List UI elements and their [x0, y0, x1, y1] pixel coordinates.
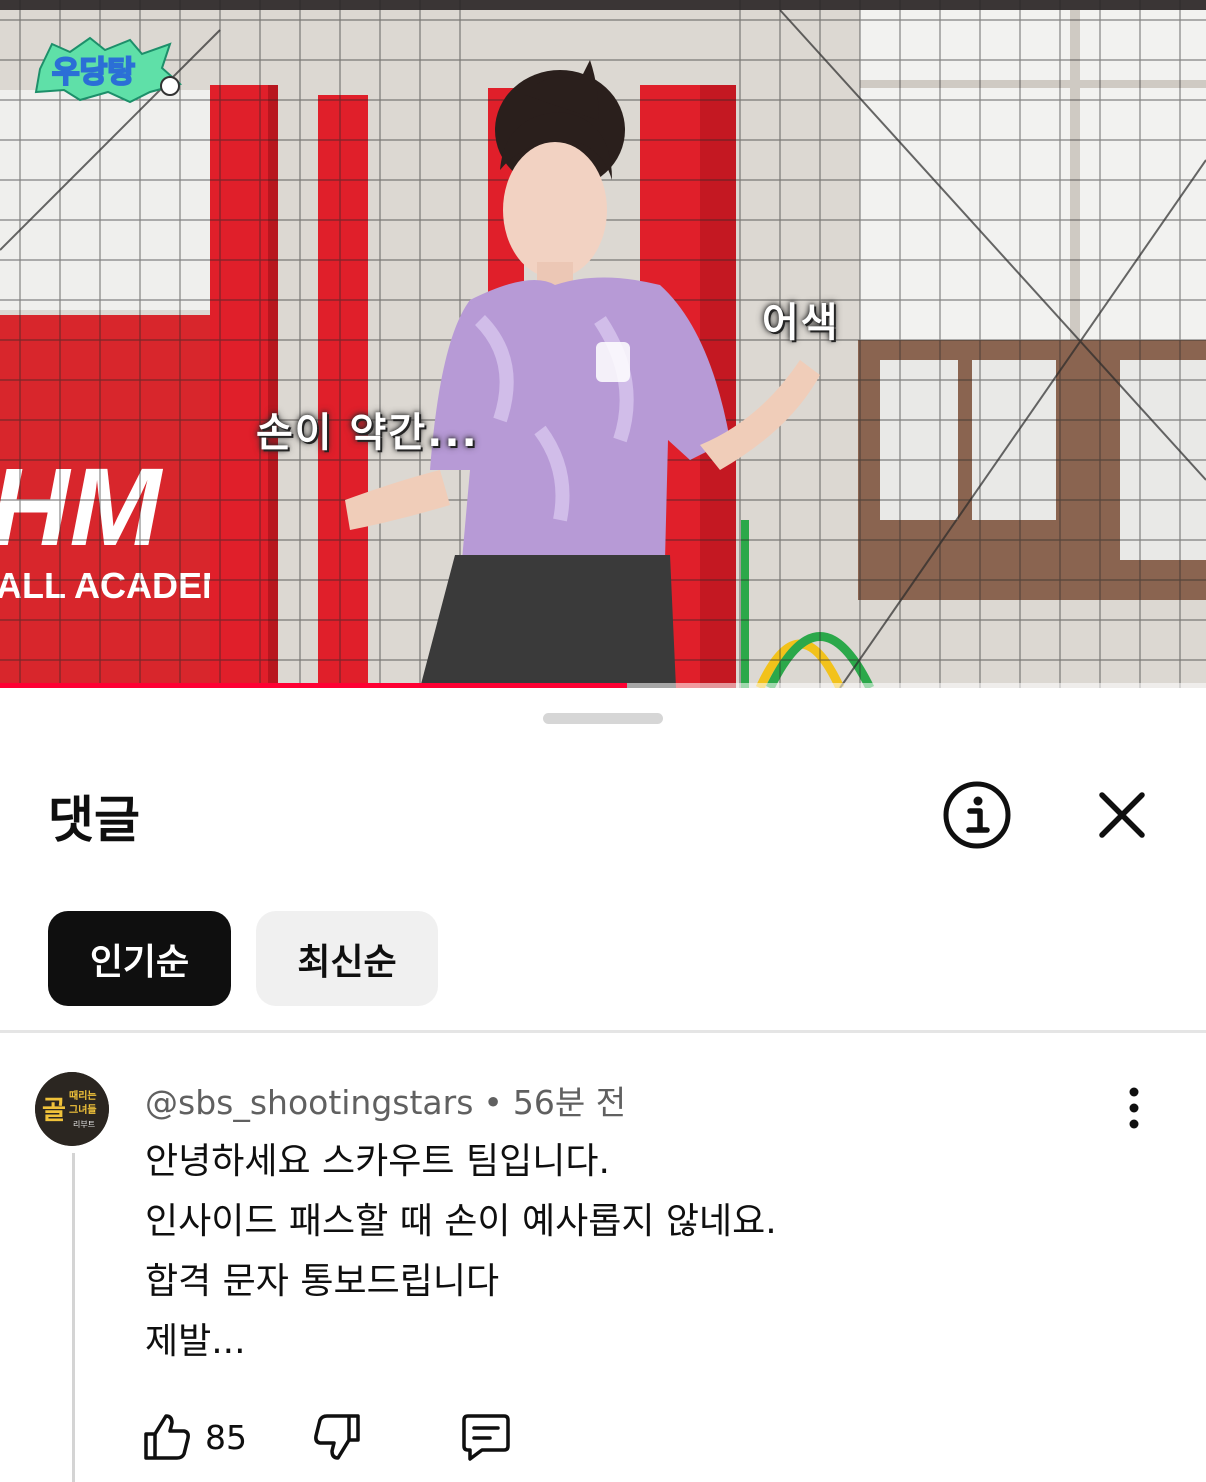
reply-icon[interactable] [460, 1412, 512, 1462]
svg-text:ALL ACADEM: ALL ACADEM [0, 565, 232, 606]
svg-text:골: 골 [42, 1096, 66, 1126]
sheet-drag-handle[interactable] [543, 713, 663, 724]
video-caption-hands: 손이 약간... [256, 410, 479, 456]
avatar[interactable]: 골 때리는 그녀들 리부트 [35, 1072, 109, 1146]
thumbs-up-icon[interactable] [142, 1412, 192, 1462]
info-icon[interactable] [942, 780, 1012, 850]
header-divider [0, 1030, 1206, 1033]
comment-line: 인사이드 패스할 때 손이 예사롭지 않네요. [145, 1201, 777, 1242]
comment-meta: @sbs_shootingstars • 56분 전 [145, 1076, 626, 1124]
like-count: 85 [205, 1418, 247, 1457]
close-icon[interactable] [1092, 785, 1152, 845]
meta-separator: • [483, 1083, 503, 1122]
comment-line: 제발... [145, 1321, 246, 1362]
comments-panel: 댓글 인기순 최신순 골 때리는 그녀들 리부트 @sbs_shootingst… [0, 688, 1206, 1482]
comment-time: 56분 전 [512, 1083, 627, 1122]
video-player[interactable]: HM ALL ACADEM 우당탕 손이 약간... 어색 [0, 0, 1206, 688]
svg-text:리부트: 리부트 [73, 1120, 95, 1129]
svg-text:때리는: 때리는 [69, 1089, 97, 1102]
svg-text:우당탕: 우당탕 [52, 55, 135, 90]
video-caption-awkward: 어색 [762, 300, 840, 346]
thumbs-down-icon[interactable] [312, 1412, 362, 1462]
comment-text: 안녕하세요 스카우트 팀입니다. 인사이드 패스할 때 손이 예사롭지 않네요.… [145, 1132, 777, 1372]
comments-title: 댓글 [48, 791, 140, 849]
comment-line: 안녕하세요 스카우트 팀입니다. [145, 1141, 610, 1182]
sort-chip-newest[interactable]: 최신순 [256, 911, 438, 1006]
svg-text:HM: HM [0, 446, 163, 569]
more-vertical-icon[interactable] [1112, 1086, 1156, 1130]
comment-author[interactable]: @sbs_shootingstars [145, 1083, 473, 1122]
sort-chip-top[interactable]: 인기순 [48, 911, 231, 1006]
thread-line [72, 1153, 75, 1482]
svg-text:그녀들: 그녀들 [69, 1103, 97, 1116]
channel-avatar-icon: 골 때리는 그녀들 리부트 [35, 1072, 109, 1146]
show-logo-icon: 우당탕 [34, 36, 183, 104]
comment-line: 합격 문자 통보드립니다 [145, 1261, 500, 1302]
